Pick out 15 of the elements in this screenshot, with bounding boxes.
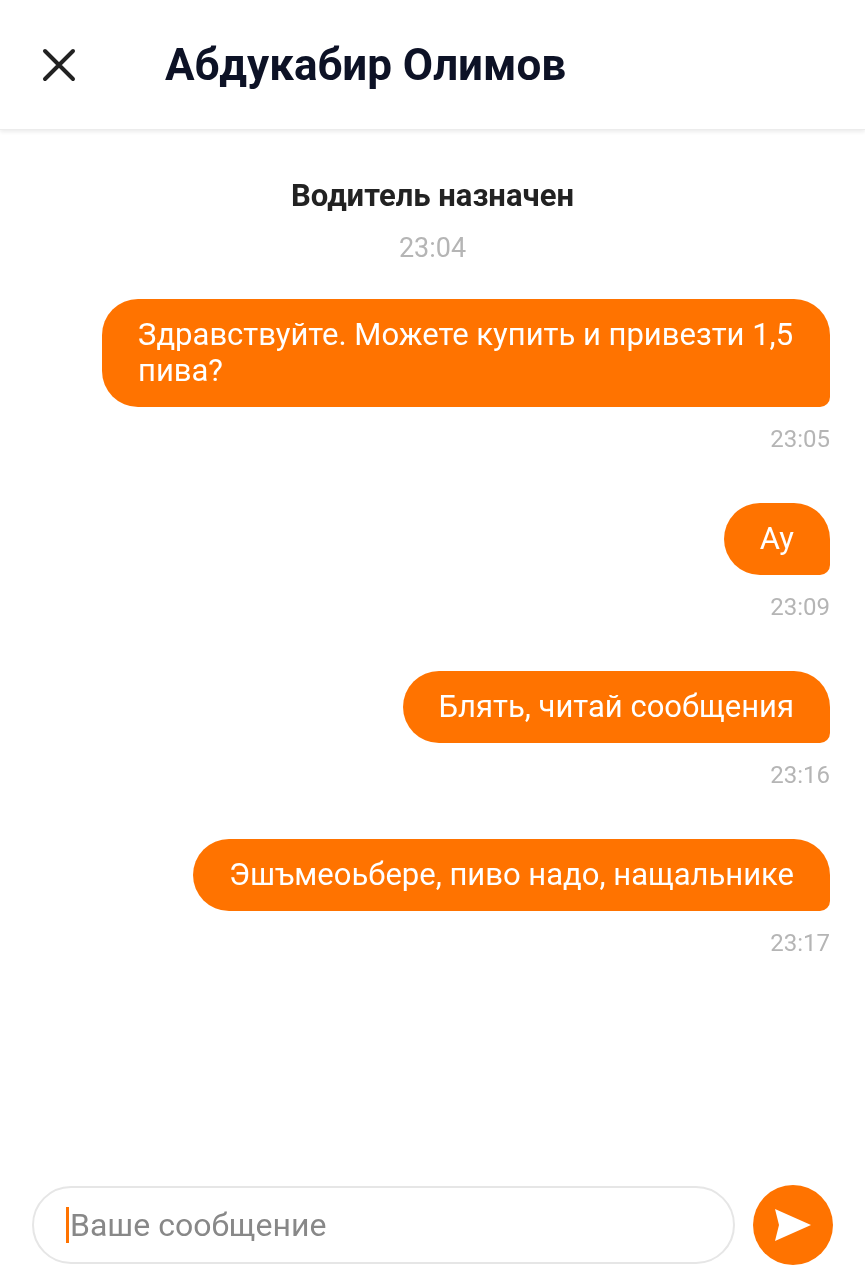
message-time: 23:04 — [398, 231, 467, 266]
message-input-field[interactable]: Ваше сообщение — [32, 1186, 735, 1264]
message-bubble: Ау — [723, 502, 830, 575]
message-time: 23:05 — [770, 424, 830, 453]
message-time: 23:09 — [770, 592, 830, 621]
message-bubble: Здравствуйте. Можете купить и привезти 1,5 пива? — [102, 298, 830, 407]
close-icon — [42, 47, 76, 82]
send-icon — [774, 1208, 812, 1242]
text-cursor — [66, 1207, 69, 1243]
message-bubble: Блять, читай сообщения — [402, 670, 830, 743]
message-time: 23:17 — [770, 928, 830, 957]
system-message: Водитель назначен — [291, 178, 574, 214]
chat-title: Абдукабир Олимов — [165, 37, 567, 93]
message-time: 23:16 — [770, 760, 830, 789]
message-bubble: Эшъмеоьбере, пиво надо, нащальнике — [193, 838, 830, 911]
